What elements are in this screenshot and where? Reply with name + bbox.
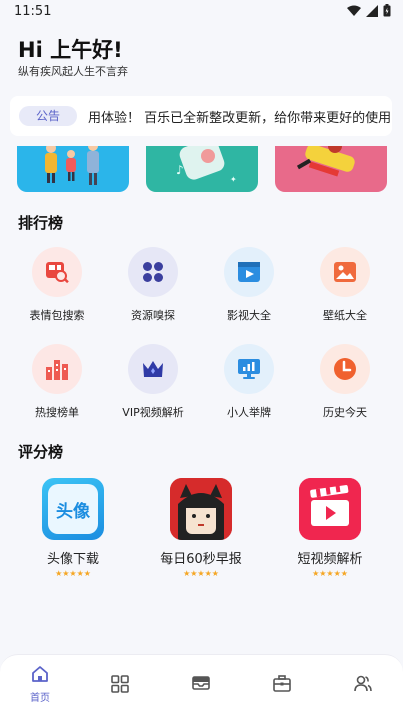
notice-bar[interactable]: 公告 用体验！ 百乐已全新整改更新，给你带来更好的使用 — [10, 96, 392, 136]
ranking-item-label: 小人举牌 — [227, 406, 271, 419]
banner-music-image[interactable]: ♪ ✦ — [146, 146, 258, 192]
ranking-item-label: 资源嗅探 — [131, 309, 175, 322]
cartoon-girl-app-icon — [170, 478, 232, 540]
ranking-item-movies[interactable]: 影视大全 — [204, 247, 294, 323]
home-icon — [32, 666, 48, 682]
ranking-item-sign-holder[interactable]: 小人举牌 — [204, 344, 294, 420]
ranking-item-label: 壁纸大全 — [323, 309, 367, 322]
rating-app-daily-news[interactable]: 每日60秒早报 ★★★★★ — [146, 478, 256, 578]
rating-title: 评分榜 — [18, 443, 64, 461]
bar-chart-icon — [32, 344, 82, 394]
crown-icon — [128, 344, 178, 394]
search-image-icon — [32, 247, 82, 297]
greeting-title: Hi 上午好! — [18, 38, 123, 62]
bottom-tab-bar: 首页 — [0, 654, 403, 716]
status-time: 11:51 — [14, 4, 52, 19]
tab-home[interactable]: 首页 — [10, 665, 70, 704]
status-icons — [347, 4, 391, 17]
ranking-item-wallpapers[interactable]: 壁纸大全 — [300, 247, 390, 323]
tab-home-label: 首页 — [30, 693, 50, 704]
tab-messages[interactable] — [171, 675, 231, 695]
rating-app-label: 头像下载 — [46, 552, 99, 567]
ranking-item-label: 表情包搜索 — [29, 309, 85, 322]
signboard-icon — [224, 344, 274, 394]
rating-stars: ★★★★★ — [312, 569, 348, 578]
greeting-subtitle: 纵有疾风起人生不言弃 — [18, 65, 128, 78]
ranking-item-label: 热搜榜单 — [35, 406, 79, 419]
mail-icon — [192, 676, 210, 690]
rating-app-avatar-download[interactable]: 头像 头像下载 ★★★★★ — [18, 478, 128, 578]
avatar-app-icon-text: 头像 — [56, 501, 90, 522]
banner-family-image[interactable] — [17, 146, 129, 192]
notice-text: 用体验！ 百乐已全新整改更新，给你带来更好的使用 — [88, 111, 392, 126]
ranking-title: 排行榜 — [18, 214, 64, 232]
ranking-item-history-today[interactable]: 历史今天 — [300, 344, 390, 420]
rating-app-label: 短视频解析 — [297, 552, 363, 567]
tab-categories[interactable] — [90, 675, 150, 697]
clover-icon — [128, 247, 178, 297]
ranking-item-emoji-search[interactable]: 表情包搜索 — [12, 247, 102, 323]
banner-cartoon-image[interactable] — [275, 146, 387, 192]
avatar-app-icon: 头像 — [42, 478, 104, 540]
ranking-item-label: 影视大全 — [227, 309, 271, 322]
video-play-icon — [224, 247, 274, 297]
tab-toolbox[interactable] — [252, 675, 312, 696]
rating-app-short-video[interactable]: 短视频解析 ★★★★★ — [275, 478, 385, 578]
rating-stars: ★★★★★ — [183, 569, 219, 578]
status-bar: 11:51 — [0, 0, 403, 24]
ranking-item-vip-parse[interactable]: VIP视频解析 — [108, 344, 198, 420]
svg-text:♪: ♪ — [176, 163, 184, 177]
users-icon — [354, 675, 372, 692]
ranking-item-hot-list[interactable]: 热搜榜单 — [12, 344, 102, 420]
ranking-item-label: 历史今天 — [323, 406, 367, 419]
battery-icon — [383, 4, 391, 17]
banner-carousel[interactable]: ♪ ✦ — [0, 146, 403, 196]
notice-tag: 公告 — [19, 106, 77, 126]
svg-text:✦: ✦ — [230, 175, 237, 184]
clapperboard-app-icon — [299, 478, 361, 540]
clock-icon — [320, 344, 370, 394]
briefcase-icon — [273, 675, 291, 692]
signal-icon — [366, 4, 378, 17]
picture-icon — [320, 247, 370, 297]
ranking-item-label: VIP视频解析 — [122, 406, 184, 419]
tab-profile[interactable] — [333, 675, 393, 696]
wifi-icon — [347, 5, 361, 16]
ranking-item-resource-sniff[interactable]: 资源嗅探 — [108, 247, 198, 323]
grid-icon — [111, 675, 129, 693]
rating-stars: ★★★★★ — [55, 569, 91, 578]
rating-app-label: 每日60秒早报 — [160, 552, 242, 567]
